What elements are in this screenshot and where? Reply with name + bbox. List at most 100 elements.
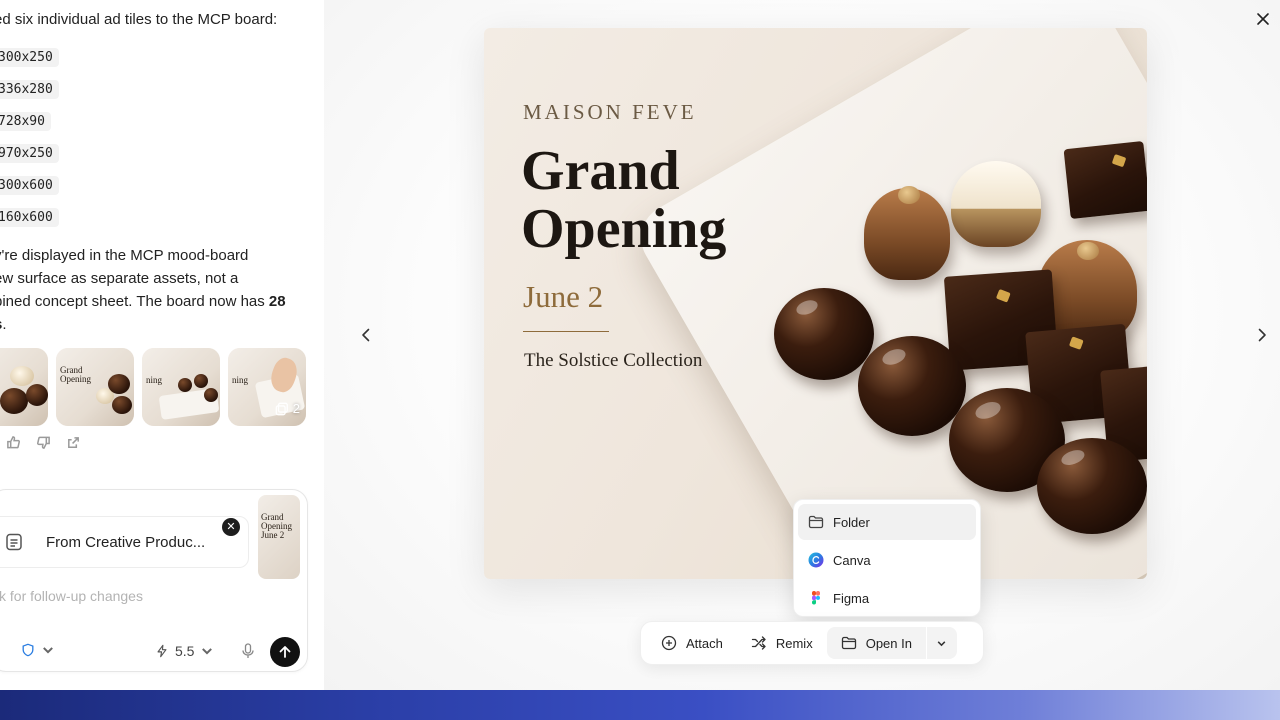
- attach-label: Attach: [686, 635, 723, 651]
- menu-item-canva[interactable]: Canva: [798, 542, 976, 578]
- open-in-menu: Folder Canva Figma: [793, 499, 981, 617]
- thumbnail-4[interactable]: ning 2: [228, 348, 306, 426]
- menu-item-label: Canva: [833, 552, 871, 568]
- size-code: 970x250: [0, 143, 59, 163]
- attachment-card[interactable]: From Creative Produc...: [0, 516, 249, 568]
- image-preview-viewer: MAISON FEVE Grand Opening June 2 The Sol…: [324, 0, 1280, 690]
- previous-image-button[interactable]: [355, 324, 377, 346]
- paragraph-text: .: [2, 316, 7, 333]
- chocolate-shape: [1037, 438, 1147, 534]
- asset-count: 28: [268, 293, 286, 310]
- figma-icon: [811, 591, 820, 605]
- open-in-button[interactable]: Open In: [826, 627, 926, 659]
- menu-item-label: Folder: [833, 514, 870, 530]
- chocolate-shape: [0, 388, 28, 414]
- attach-button[interactable]: Attach: [647, 627, 737, 659]
- desktop-background-strip: [0, 690, 1280, 720]
- ad-brand: MAISON FEVE: [523, 100, 697, 124]
- chocolate-shape: [864, 186, 950, 280]
- microphone-button[interactable]: [241, 643, 255, 659]
- chocolate-shape: [858, 336, 966, 436]
- thumbnail-3[interactable]: ning: [142, 348, 220, 426]
- chocolate-shape: [194, 374, 208, 388]
- headline-line: Grand: [521, 140, 680, 202]
- canva-icon: [808, 552, 824, 568]
- open-in-dropdown-toggle[interactable]: [926, 627, 957, 659]
- chevron-right-icon: [1258, 328, 1266, 342]
- chevron-down-icon: [938, 640, 946, 646]
- close-icon: [1257, 13, 1269, 25]
- chat-panel: ed six individual ad tiles to the MCP bo…: [0, 0, 324, 690]
- chocolate-shape: [10, 366, 34, 386]
- menu-item-figma[interactable]: Figma: [798, 580, 976, 616]
- thumbnail-caption: Grand Opening: [60, 365, 91, 384]
- ad-image: MAISON FEVE Grand Opening June 2 The Sol…: [484, 28, 1147, 579]
- menu-item-folder[interactable]: Folder: [798, 504, 976, 540]
- size-code: 160x600: [0, 207, 59, 227]
- model-value: 5.5: [175, 643, 195, 659]
- list-item: 970x250: [0, 137, 59, 169]
- chocolate-shape: [1063, 141, 1147, 219]
- ad-size-list: 300x250 336x280 728x90 970x250 300x600 1…: [0, 41, 59, 233]
- list-item: 300x600: [0, 169, 59, 201]
- open-in-label: Open In: [865, 635, 912, 651]
- attachment-label: From Creative Produc...: [46, 533, 206, 551]
- model-selector[interactable]: 5.5: [155, 643, 214, 659]
- chocolate-shape: [204, 388, 218, 402]
- size-code: 336x280: [0, 79, 59, 99]
- size-code: 300x600: [0, 175, 59, 195]
- send-button[interactable]: [270, 637, 300, 667]
- paragraph-line: y're displayed in the MCP mood-board: [0, 247, 249, 264]
- list-item: 336x280: [0, 73, 59, 105]
- folder-icon: [808, 515, 824, 529]
- list-item: 728x90: [0, 105, 59, 137]
- list-item: 300x250: [0, 41, 59, 73]
- chevron-left-icon: [362, 328, 370, 342]
- arrow-up-icon: [279, 646, 291, 658]
- assistant-intro-text: ed six individual ad tiles to the MCP bo…: [0, 11, 278, 28]
- size-code: 728x90: [0, 111, 51, 131]
- paragraph-line: ew surface as separate assets, not a: [0, 270, 239, 287]
- microphone-icon: [242, 643, 254, 658]
- ad-headline: Grand Opening: [521, 142, 726, 258]
- list-item: 160x600: [0, 201, 59, 233]
- thumbnail-1[interactable]: [0, 348, 48, 426]
- thumbs-down-icon[interactable]: [36, 435, 52, 451]
- composer-input[interactable]: k for follow-up changes: [0, 588, 143, 604]
- remove-attachment-button[interactable]: ✕: [222, 518, 240, 536]
- chocolate-shape: [112, 396, 132, 414]
- remix-label: Remix: [775, 635, 813, 651]
- size-code: 300x250: [0, 47, 59, 67]
- ad-date: June 2: [523, 279, 604, 314]
- headline-line: Opening: [521, 198, 727, 260]
- chocolate-shape: [26, 384, 48, 406]
- thumbs-up-icon[interactable]: [6, 435, 22, 451]
- image-count: 2: [292, 401, 300, 416]
- preview-toolbar: Attach Remix Open In: [640, 621, 984, 665]
- composer-controls: 5.5: [0, 635, 309, 667]
- attached-image-thumbnail[interactable]: Grand Opening June 2: [258, 495, 300, 579]
- remix-icon: [751, 636, 766, 650]
- thumbnail-caption: Grand Opening June 2: [261, 512, 292, 540]
- ad-collection: The Solstice Collection: [524, 350, 703, 371]
- shield-icon: [22, 643, 34, 657]
- menu-item-label: Figma: [833, 590, 870, 606]
- folder-icon: [841, 636, 856, 650]
- thumbnail-2[interactable]: Grand Opening: [56, 348, 134, 426]
- lightning-icon: [157, 644, 167, 658]
- stack-icon: [275, 402, 288, 415]
- image-count-badge: 2: [275, 401, 300, 416]
- message-composer: From Creative Produc... ✕ Grand Opening …: [0, 489, 308, 672]
- document-icon: [4, 532, 24, 552]
- chocolate-shape: [178, 378, 192, 392]
- generated-thumbnails: Grand Opening ning ning 2: [0, 348, 306, 426]
- chocolate-shape: [951, 161, 1041, 247]
- share-icon[interactable]: [66, 435, 82, 451]
- permissions-selector[interactable]: [21, 643, 55, 657]
- remix-button[interactable]: Remix: [737, 627, 827, 659]
- close-preview-button[interactable]: [1253, 9, 1273, 29]
- assistant-paragraph: y're displayed in the MCP mood-board ew …: [0, 244, 314, 336]
- message-actions: [6, 435, 82, 451]
- next-image-button[interactable]: [1251, 324, 1273, 346]
- plus-circle-icon: [661, 635, 677, 651]
